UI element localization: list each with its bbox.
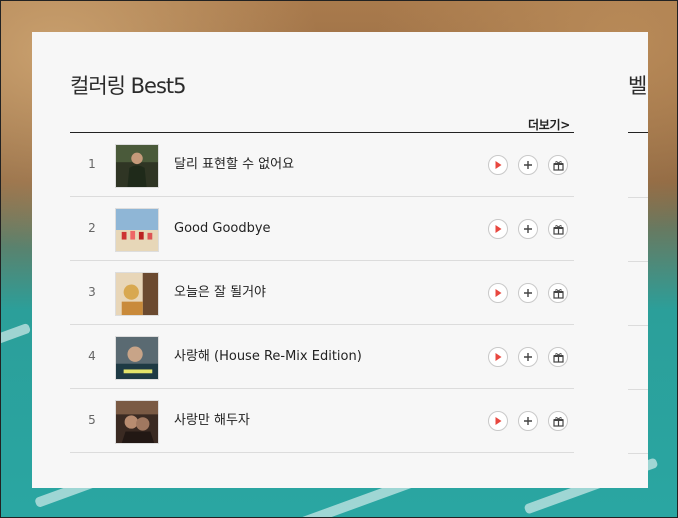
next-section-row-line <box>628 453 648 454</box>
list-item: 5 사랑만 해두자 <box>70 389 574 453</box>
song-title[interactable]: 달리 표현할 수 없어요 <box>174 133 294 196</box>
plus-icon <box>524 353 532 361</box>
song-title[interactable]: 오늘은 잘 될거야 <box>174 261 266 324</box>
next-section-row-line <box>628 389 648 390</box>
rank-number: 1 <box>88 157 96 171</box>
album-cover-3-image <box>116 273 158 315</box>
gift-button[interactable] <box>548 219 568 239</box>
gift-icon <box>552 160 564 171</box>
background-stripe <box>1 322 32 350</box>
album-cover[interactable] <box>115 272 159 316</box>
add-button[interactable] <box>518 283 538 303</box>
album-cover[interactable] <box>115 208 159 252</box>
window-frame: 컬러링 Best5 더보기> 1 달리 표현할 수 없어요 2 Good Goo… <box>0 0 678 518</box>
album-cover[interactable] <box>115 400 159 444</box>
play-button[interactable] <box>488 283 508 303</box>
play-icon <box>495 161 502 169</box>
rank-number: 2 <box>88 221 96 235</box>
rank-number: 4 <box>88 349 96 363</box>
list-item: 3 오늘은 잘 될거야 <box>70 261 574 325</box>
song-title[interactable]: 사랑만 해두자 <box>174 389 250 452</box>
gift-button[interactable] <box>548 411 568 431</box>
list-item: 4 사랑해 (House Re-Mix Edition) <box>70 325 574 389</box>
play-icon <box>495 353 502 361</box>
more-link[interactable]: 더보기> <box>528 116 570 133</box>
section-title: 컬러링 Best5 <box>70 74 186 98</box>
list-item: 2 Good Goodbye <box>70 197 574 261</box>
song-title[interactable]: Good Goodbye <box>174 197 271 260</box>
song-list: 1 달리 표현할 수 없어요 2 Good Goodbye 3 오늘은 잘 될거… <box>70 133 574 453</box>
next-section-divider <box>628 132 648 133</box>
add-button[interactable] <box>518 347 538 367</box>
song-title[interactable]: 사랑해 (House Re-Mix Edition) <box>174 325 362 388</box>
play-button[interactable] <box>488 347 508 367</box>
next-section-row-line <box>628 197 648 198</box>
coloring-chart-panel: 컬러링 Best5 더보기> 1 달리 표현할 수 없어요 2 Good Goo… <box>32 32 648 488</box>
album-cover-2-image <box>116 209 158 251</box>
play-icon <box>495 225 502 233</box>
album-cover[interactable] <box>115 144 159 188</box>
gift-button[interactable] <box>548 347 568 367</box>
album-cover[interactable] <box>115 336 159 380</box>
list-item: 1 달리 표현할 수 없어요 <box>70 133 574 197</box>
next-section-row-line <box>628 325 648 326</box>
play-icon <box>495 417 502 425</box>
gift-button[interactable] <box>548 283 568 303</box>
gift-icon <box>552 352 564 363</box>
album-cover-5-image <box>116 401 158 443</box>
next-section-row-line <box>628 261 648 262</box>
play-icon <box>495 289 502 297</box>
gift-icon <box>552 288 564 299</box>
rank-number: 5 <box>88 413 96 427</box>
play-button[interactable] <box>488 411 508 431</box>
album-cover-4-image <box>116 337 158 379</box>
gift-icon <box>552 224 564 235</box>
plus-icon <box>524 289 532 297</box>
gift-icon <box>552 416 564 427</box>
plus-icon <box>524 417 532 425</box>
add-button[interactable] <box>518 155 538 175</box>
next-section-title: 벨 <box>628 74 648 98</box>
add-button[interactable] <box>518 411 538 431</box>
gift-button[interactable] <box>548 155 568 175</box>
play-button[interactable] <box>488 219 508 239</box>
album-cover-1-image <box>116 145 158 187</box>
add-button[interactable] <box>518 219 538 239</box>
rank-number: 3 <box>88 285 96 299</box>
play-button[interactable] <box>488 155 508 175</box>
plus-icon <box>524 161 532 169</box>
plus-icon <box>524 225 532 233</box>
